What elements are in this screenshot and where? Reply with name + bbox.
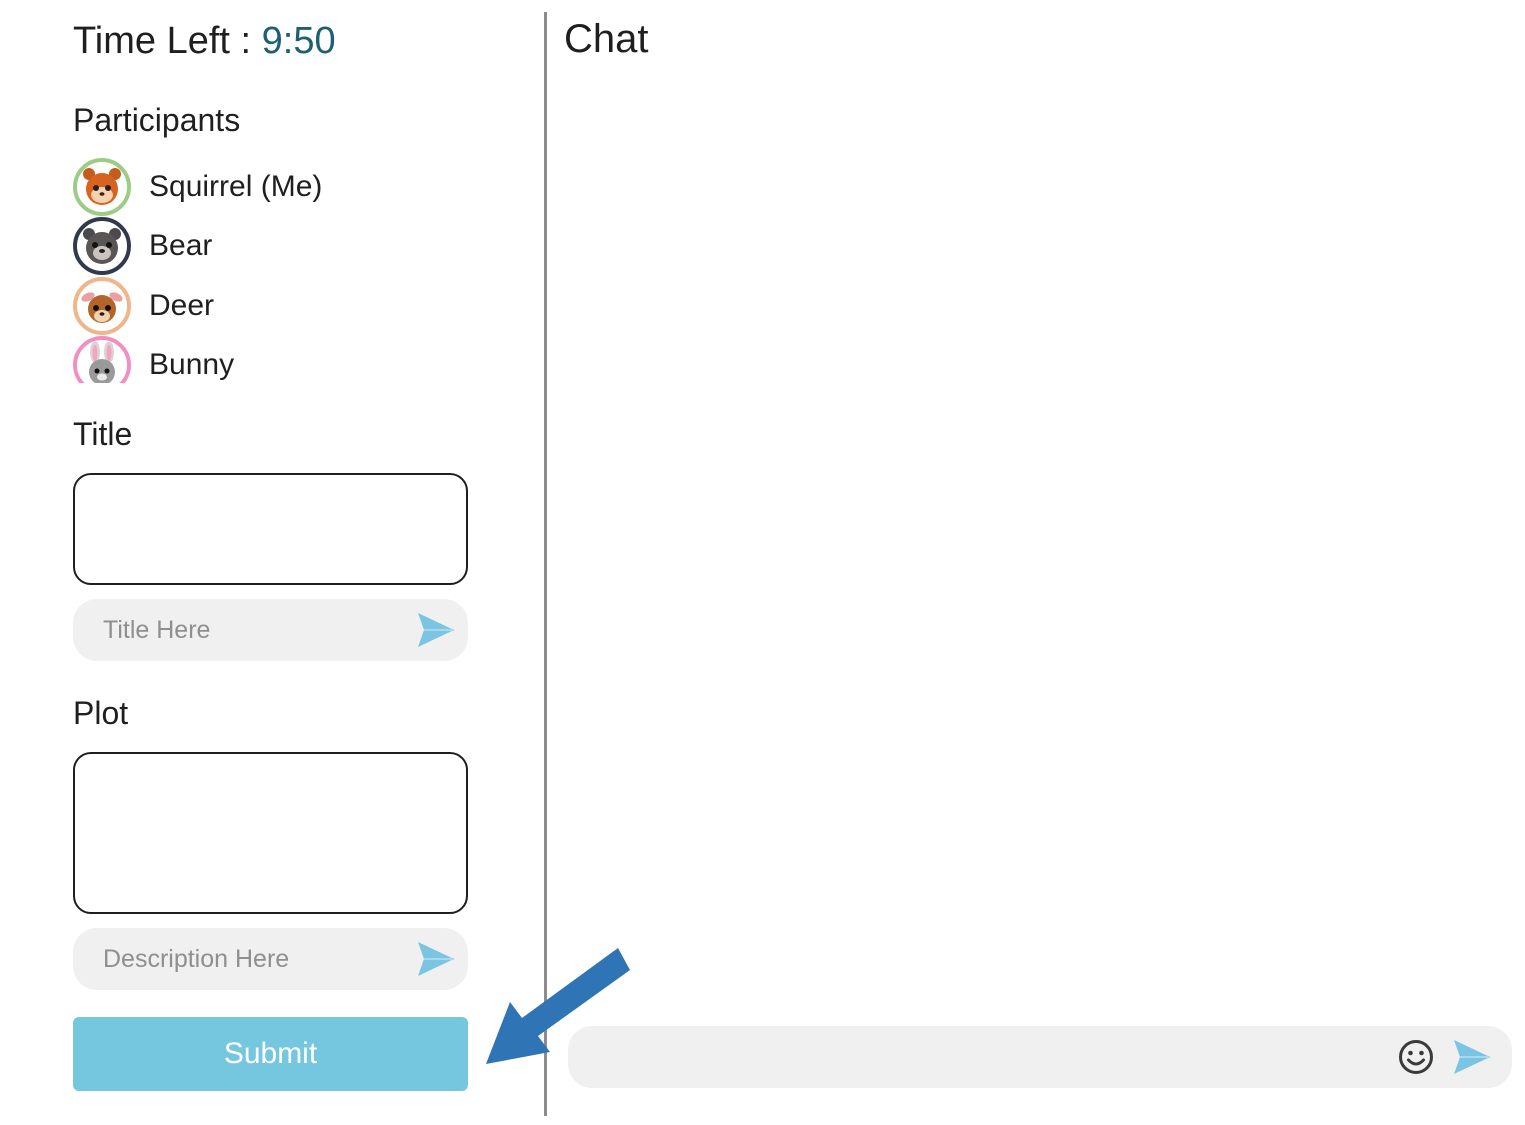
send-icon[interactable] — [416, 611, 456, 649]
bunny-icon — [73, 336, 131, 383]
description-input-bar — [73, 928, 468, 990]
participant-bunny: Bunny — [73, 336, 493, 383]
participant-name: Deer — [149, 288, 215, 322]
participant-deer: Deer — [73, 276, 493, 336]
description-input[interactable] — [103, 944, 403, 974]
participant-squirrel: Squirrel (Me) — [73, 157, 493, 217]
deer-icon — [73, 276, 131, 335]
send-icon[interactable] — [1452, 1038, 1492, 1076]
timer-value: 9:50 — [261, 20, 336, 62]
timer-label: Time Left : — [73, 20, 262, 62]
smiley-icon[interactable] — [1398, 1039, 1434, 1075]
title-display-box — [73, 473, 468, 585]
submit-button[interactable]: Submit — [73, 1017, 468, 1091]
participant-name: Squirrel (Me) — [149, 169, 323, 203]
chat-title: Chat — [564, 17, 649, 61]
title-input[interactable] — [103, 615, 403, 645]
chat-input[interactable] — [592, 1040, 1392, 1074]
chat-input-bar — [568, 1026, 1512, 1088]
participant-name: Bunny — [149, 348, 235, 382]
participant-bear: Bear — [73, 217, 493, 277]
title-input-bar — [73, 599, 468, 661]
send-icon[interactable] — [416, 940, 456, 978]
squirrel-icon — [73, 157, 131, 216]
pointer-arrow-icon — [486, 948, 630, 1064]
timer: Time Left : 9:50 — [73, 18, 336, 64]
left-panel: Time Left : 9:50 Participants Squirrel (… — [0, 0, 545, 1125]
participants-list[interactable]: Squirrel (Me) Bear Deer Bunny — [73, 157, 493, 383]
title-heading: Title — [73, 416, 133, 452]
bear-icon — [73, 217, 131, 276]
participant-name: Bear — [149, 229, 213, 263]
participants-heading: Participants — [73, 102, 241, 138]
plot-display-box — [73, 752, 468, 914]
plot-heading: Plot — [73, 695, 129, 731]
